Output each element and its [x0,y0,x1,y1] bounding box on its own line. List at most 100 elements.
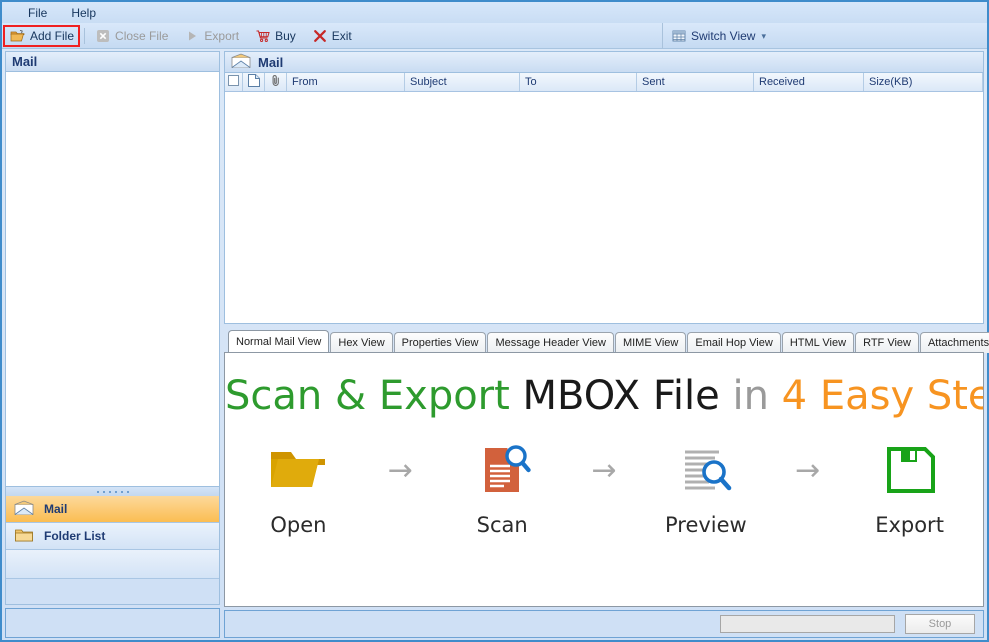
sidebar-item-folder-list[interactable]: Folder List [6,523,219,550]
exit-button[interactable]: Exit [305,26,359,46]
buy-label: Buy [275,28,296,43]
tab-rtf-view[interactable]: RTF View [855,332,919,353]
menu-file[interactable]: File [16,4,59,22]
add-file-button[interactable]: Add File [3,26,81,46]
toolbar-separator [84,27,86,44]
promo-headline-part-4: 4 Easy Steps [781,373,983,419]
column-sent[interactable]: Sent [637,73,754,91]
column-size-label: Size(KB) [869,76,913,88]
step-open-label: Open [270,513,327,537]
left-status-panel [5,608,220,638]
preview-tab-panel: Normal Mail View Hex View Properties Vie… [224,330,989,607]
tab-message-header-view[interactable]: Message Header View [487,332,614,353]
sidebar-item-mail-label: Mail [44,502,68,516]
sidebar-item-mail[interactable]: Mail [6,496,219,523]
promo-headline: Scan & Export MBOX File in 4 Easy Steps [225,375,983,417]
left-pane-title: Mail [12,54,38,69]
step-open: Open [225,441,372,537]
column-from[interactable]: From [287,73,405,91]
arrow-right-icon: → [387,452,413,488]
stop-button[interactable]: Stop [905,614,975,634]
red-x-icon [312,28,328,44]
column-to[interactable]: To [520,73,637,91]
step-export: Export [836,441,983,537]
mail-grid: From Subject To Sent Received Size(KB) [224,73,984,324]
promo-headline-part-1: Scan & Export [225,373,510,419]
mail-list-title: Mail [258,54,284,70]
envelope-icon [231,53,251,72]
document-search-icon [429,441,576,499]
step-scan-label: Scan [476,513,528,537]
mail-list-header: Mail [224,51,984,73]
step-scan: Scan [429,441,576,537]
column-subject[interactable]: Subject [405,73,520,91]
column-attachment[interactable] [265,73,287,91]
document-icon [247,74,260,90]
promo-banner: Scan & Export MBOX File in 4 Easy Steps [225,375,983,537]
sidebar-item-folder-list-label: Folder List [44,529,106,543]
column-received[interactable]: Received [754,73,864,91]
promo-headline-part-2: MBOX File [522,373,720,419]
envelope-icon [14,500,34,519]
paperclip-icon [270,74,282,90]
left-pane-header: Mail [5,51,220,72]
application-window: File Help Add File Close File Export Buy… [0,0,989,642]
step-preview: Preview [632,441,779,537]
chevron-down-icon: ▾ [761,30,767,41]
add-file-label: Add File [30,28,75,43]
navigation-filler-bottom [6,579,219,604]
column-sent-label: Sent [642,76,665,88]
shopping-cart-icon [255,28,271,44]
status-bar: Stop [224,610,984,638]
tab-properties-view[interactable]: Properties View [393,332,487,353]
column-size[interactable]: Size(KB) [864,73,983,91]
tab-attachments[interactable]: Attachments [919,332,989,353]
column-subject-label: Subject [410,76,447,88]
left-pane: Mail Mail Folder List [2,49,222,640]
steps-row: Open → Scan → Preview → Export [225,441,983,537]
tab-normal-mail-view[interactable]: Normal Mail View [228,330,330,353]
exit-label: Exit [331,28,352,43]
progress-bar [720,615,895,633]
column-select-all[interactable] [225,73,243,91]
tab-content-panel: Scan & Export MBOX File in 4 Easy Steps [224,352,984,607]
switch-view-button[interactable]: Switch View ▾ [662,23,766,49]
right-pane: Mail From Subject To Sent Received Size(… [222,49,989,640]
column-document[interactable] [243,73,265,91]
tab-html-view[interactable]: HTML View [781,332,855,353]
menu-help[interactable]: Help [59,4,108,22]
arrow-right-icon: → [591,452,617,488]
tab-mime-view[interactable]: MIME View [614,332,687,353]
grid-icon [671,28,687,44]
lines-search-icon [632,441,779,499]
content-area: Mail Mail Folder List Mail From Subject … [2,49,989,640]
close-file-label: Close File [115,28,169,43]
export-label: Export [204,28,240,43]
folder-icon [14,527,34,546]
pane-resize-grip[interactable] [5,487,220,496]
navigation-list: Mail Folder List [5,496,220,605]
column-to-label: To [525,76,537,88]
close-x-icon [95,28,111,44]
floppy-save-icon [836,441,983,499]
buy-button[interactable]: Buy [248,26,303,46]
menu-bar: File Help [2,2,987,23]
open-folder-icon [10,28,26,44]
toolbar: Add File Close File Export Buy Exit Swit… [2,23,987,49]
play-triangle-icon [184,28,200,44]
switch-view-label: Switch View [691,29,756,43]
select-all-checkbox[interactable] [228,75,239,89]
step-preview-label: Preview [664,513,747,537]
export-button[interactable]: Export [177,26,246,46]
step-export-label: Export [875,513,944,537]
mail-grid-body[interactable] [225,92,983,323]
tab-hex-view[interactable]: Hex View [330,332,393,353]
tab-strip: Normal Mail View Hex View Properties Vie… [224,330,989,353]
tab-email-hop-view[interactable]: Email Hop View [687,332,781,353]
arrow-right-icon: → [795,452,821,488]
close-file-button[interactable]: Close File [88,26,175,46]
open-folder-icon [225,441,372,499]
folder-tree[interactable] [5,72,220,487]
column-received-label: Received [759,76,805,88]
mail-grid-header-row: From Subject To Sent Received Size(KB) [225,73,983,92]
